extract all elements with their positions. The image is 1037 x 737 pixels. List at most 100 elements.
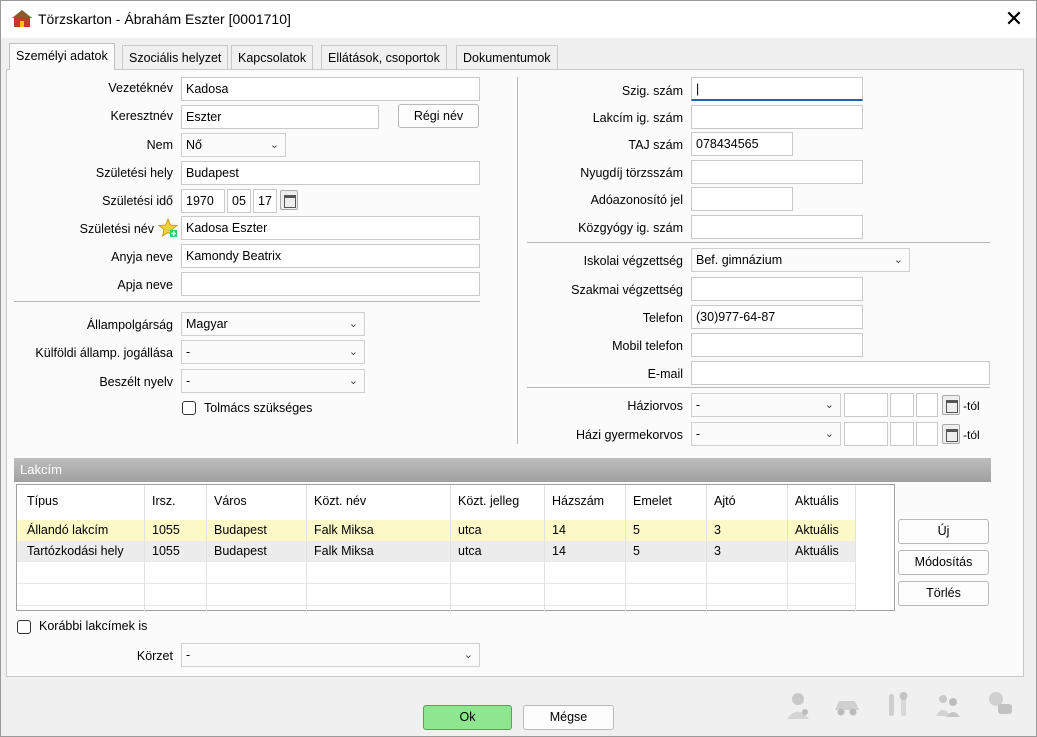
- table-cell: Tartózkodási hely: [27, 544, 124, 558]
- people-icon[interactable]: [933, 688, 963, 718]
- chevron-down-icon: ⌄: [348, 318, 358, 330]
- column-header-aktualis[interactable]: Aktuális: [788, 485, 839, 518]
- column-header-tipus[interactable]: Típus: [20, 485, 58, 518]
- mobil-label: Mobil telefon: [612, 339, 683, 353]
- column-header-varos[interactable]: Város: [207, 485, 247, 518]
- torles-button[interactable]: Törlés: [898, 581, 989, 606]
- allampolgarsag-select[interactable]: Magyar ⌄: [181, 312, 365, 336]
- haziorvos-ev-input[interactable]: [844, 393, 888, 417]
- car-icon[interactable]: [832, 690, 862, 720]
- szuletesi-nev-label: Születési név: [79, 222, 154, 236]
- table-cell: 3: [714, 523, 721, 537]
- haziorvos-ho-input[interactable]: [890, 393, 914, 417]
- column-header-kozt-nev[interactable]: Közt. név: [307, 485, 366, 518]
- column-divider: [517, 77, 518, 444]
- hazi-gyermek-value: -: [696, 427, 701, 441]
- taj-label: TAJ szám: [628, 138, 683, 152]
- divider-left: [14, 301, 480, 302]
- column-header-ajto[interactable]: Ajtó: [707, 485, 736, 518]
- ado-label: Adóazonosító jel: [590, 193, 683, 207]
- haziorvos-select[interactable]: - ⌄: [691, 393, 841, 417]
- calendar-icon[interactable]: [280, 190, 298, 210]
- doctor-icon[interactable]: [783, 690, 813, 720]
- iskolai-label: Iskolai végzettség: [583, 254, 683, 268]
- szuletesi-nap-input[interactable]: 17: [253, 189, 277, 213]
- mobil-input[interactable]: [691, 333, 863, 357]
- lakcim-section-header: Lakcím: [14, 458, 991, 482]
- haziorvos-nap-input[interactable]: [916, 393, 938, 417]
- korabbi-label: Korábbi lakcímek is: [39, 619, 148, 633]
- divider-right-2: [527, 387, 990, 388]
- vezeteknev-input[interactable]: Kadosa: [181, 77, 480, 101]
- tab-dokumentumok[interactable]: Dokumentumok: [456, 45, 558, 69]
- szuletesi-nev-input[interactable]: Kadosa Eszter: [181, 216, 480, 240]
- column-header-hazszam[interactable]: Házszám: [545, 485, 604, 518]
- kulfoldi-select[interactable]: - ⌄: [181, 340, 365, 364]
- hazi-gyermek-ev-input[interactable]: [844, 422, 888, 446]
- app-house-icon: [12, 10, 32, 27]
- tab-ellatasok-csoportok[interactable]: Ellátások, csoportok: [321, 45, 447, 69]
- table-cell: 1055: [152, 544, 180, 558]
- szakmai-input[interactable]: [691, 277, 863, 301]
- apja-neve-input[interactable]: [181, 272, 480, 296]
- kulfoldi-value: -: [186, 345, 191, 359]
- tolmacs-checkbox[interactable]: [182, 401, 196, 415]
- szig-input[interactable]: |: [691, 77, 863, 101]
- szuletesi-ho-input[interactable]: 05: [227, 189, 251, 213]
- szuletesi-ev-input[interactable]: 1970: [181, 189, 225, 213]
- table-cell: 5: [633, 544, 640, 558]
- korabbi-checkbox[interactable]: [17, 620, 31, 634]
- uj-button[interactable]: Új: [898, 519, 989, 544]
- keresztnev-input[interactable]: Eszter: [181, 105, 379, 129]
- modositas-button[interactable]: Módosítás: [898, 550, 989, 575]
- nem-label: Nem: [146, 138, 173, 152]
- szuletesi-hely-label: Születési hely: [95, 166, 173, 180]
- calendar-icon[interactable]: [942, 424, 960, 444]
- taj-input[interactable]: 078434565: [691, 132, 793, 156]
- email-input[interactable]: [691, 361, 990, 385]
- close-button[interactable]: ✕: [996, 4, 1032, 34]
- calendar-icon[interactable]: [942, 395, 960, 415]
- table-cell: 5: [633, 523, 640, 537]
- hazi-gyermek-nap-input[interactable]: [916, 422, 938, 446]
- hazi-gyermek-label: Házi gyermekorvos: [576, 428, 683, 442]
- table-row-selected[interactable]: [17, 520, 855, 541]
- assistant-icon[interactable]: [984, 688, 1014, 718]
- chevron-down-icon: ⌄: [348, 375, 358, 387]
- megse-button[interactable]: Mégse: [523, 705, 614, 730]
- column-header-irsz[interactable]: Irsz.: [145, 485, 176, 518]
- ok-button[interactable]: Ok: [423, 705, 512, 730]
- anyja-neve-label: Anyja neve: [111, 250, 173, 264]
- ado-input[interactable]: [691, 187, 793, 211]
- szuletesi-ido-label: Születési idő: [102, 194, 173, 208]
- nyugdij-input[interactable]: [691, 160, 863, 184]
- table-row[interactable]: [17, 541, 855, 562]
- hazi-gyermek-select[interactable]: - ⌄: [691, 422, 841, 446]
- column-header-emelet[interactable]: Emelet: [626, 485, 672, 518]
- tab-kapcsolatok[interactable]: Kapcsolatok: [231, 45, 314, 69]
- vezeteknev-label: Vezetéknév: [108, 81, 173, 95]
- nem-select[interactable]: Nő ⌄: [181, 133, 286, 157]
- table-cell: Falk Miksa: [314, 544, 374, 558]
- anyja-neve-input[interactable]: Kamondy Beatrix: [181, 244, 480, 268]
- chevron-down-icon: ⌄: [463, 649, 473, 661]
- star-add-icon[interactable]: [158, 218, 178, 238]
- telefon-input[interactable]: (30)977-64-87: [691, 305, 863, 329]
- beszelt-nyelv-value: -: [186, 374, 191, 388]
- tools-icon[interactable]: [883, 690, 913, 720]
- kozgyogy-label: Közgyógy ig. szám: [578, 221, 683, 235]
- kozgyogy-input[interactable]: [691, 215, 863, 239]
- regi-nev-button[interactable]: Régi név: [398, 104, 479, 128]
- iskolai-select[interactable]: Bef. gimnázium ⌄: [691, 248, 910, 272]
- szuletesi-hely-input[interactable]: Budapest: [181, 161, 480, 185]
- hazi-gyermek-ho-input[interactable]: [890, 422, 914, 446]
- haziorvos-value: -: [696, 398, 701, 412]
- tab-szocialis-helyzet[interactable]: Szociális helyzet: [122, 45, 229, 69]
- beszelt-nyelv-select[interactable]: - ⌄: [181, 369, 365, 393]
- lakcim-ig-input[interactable]: [691, 105, 863, 129]
- korzet-select[interactable]: - ⌄: [181, 643, 480, 667]
- tolmacs-label: Tolmács szükséges: [204, 401, 313, 415]
- chevron-down-icon: ⌄: [893, 254, 903, 266]
- column-header-kozt-jelleg[interactable]: Közt. jelleg: [451, 485, 519, 518]
- tab-szemelyi-adatok[interactable]: Személyi adatok: [9, 43, 115, 70]
